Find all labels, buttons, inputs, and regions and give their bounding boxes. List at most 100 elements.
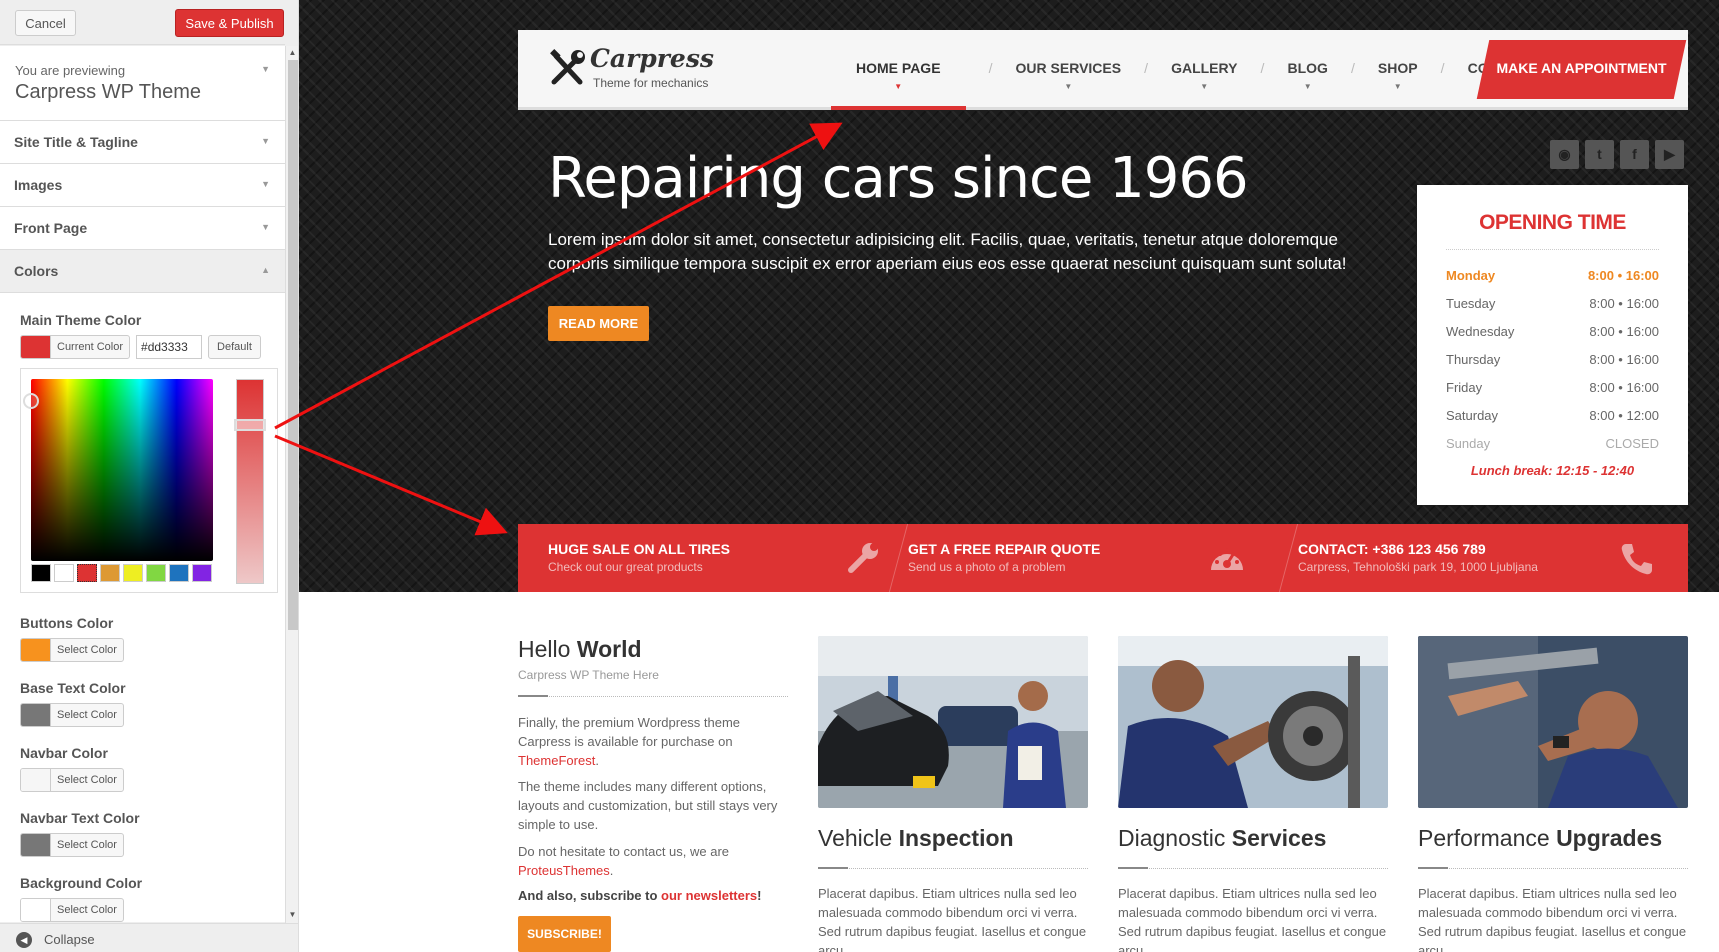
palette-swatch-purple[interactable] xyxy=(192,564,212,582)
hue-slider[interactable] xyxy=(236,379,264,584)
section-label: Colors xyxy=(14,263,59,279)
palette-swatch-red[interactable] xyxy=(77,564,97,582)
section-front-page[interactable]: Front Page ▼ xyxy=(0,207,285,250)
palette-swatch-black[interactable] xyxy=(31,564,51,582)
paragraph-text: And also, subscribe to xyxy=(518,888,658,903)
nav-home-page[interactable]: HOME PAGE ▼ xyxy=(831,30,966,110)
nav-our-services[interactable]: OUR SERVICES ▼ xyxy=(1016,30,1122,110)
select-color-label: Select Color xyxy=(57,709,117,721)
promo-title: HUGE SALE ON ALL TIRES xyxy=(548,541,731,557)
save-publish-button[interactable]: Save & Publish xyxy=(175,9,284,37)
title-bold: Services xyxy=(1231,825,1327,851)
site-preview: Carpress Theme for mechanics HOME PAGE ▼… xyxy=(299,0,1719,952)
hero-text: Lorem ipsum dolor sit amet, consectetur … xyxy=(548,230,1347,273)
site-logo-tagline: Theme for mechanics xyxy=(593,76,709,90)
section-images[interactable]: Images ▼ xyxy=(0,164,285,207)
navbar-text-color-control: Navbar Text Color Select Color xyxy=(20,810,285,857)
nav-separator: / xyxy=(1144,60,1149,76)
themeforest-link[interactable]: ThemeForest xyxy=(518,753,595,768)
rss-icon[interactable]: ◉ xyxy=(1550,140,1579,169)
cancel-button[interactable]: Cancel xyxy=(15,10,76,36)
make-appointment-button[interactable] xyxy=(1476,40,1687,99)
divider xyxy=(1418,868,1688,869)
palette-swatch-green[interactable] xyxy=(146,564,166,582)
collapse-bar[interactable]: ◀ Collapse xyxy=(0,923,298,952)
promo-contact[interactable]: CONTACT: +386 123 456 789 Carpress, Tehn… xyxy=(1298,524,1688,592)
nav-gallery[interactable]: GALLERY ▼ xyxy=(1171,30,1237,110)
promo-quote[interactable]: GET A FREE REPAIR QUOTE Send us a photo … xyxy=(908,524,1298,592)
saturation-handle[interactable] xyxy=(23,393,39,409)
main-color-hex-input[interactable] xyxy=(136,335,203,359)
card-text: Placerat dapibus. Etiam ultrices nulla s… xyxy=(818,886,1087,952)
scroll-down-icon[interactable]: ▼ xyxy=(286,908,298,921)
scrollbar-thumb[interactable] xyxy=(288,60,298,630)
title-light: Performance xyxy=(1418,825,1550,851)
background-color-select-button[interactable]: Select Color xyxy=(20,898,124,922)
palette-swatch-orange[interactable] xyxy=(100,564,120,582)
hours-row: Saturday 8:00 • 12:00 xyxy=(1446,408,1659,423)
paragraph-text: Do not hesitate to contact us, we are xyxy=(518,844,730,859)
contact-paragraph: Do not hesitate to contact us, we are Pr… xyxy=(518,842,788,880)
social-icons: ◉ t f ▶ xyxy=(1550,140,1684,169)
mechanic-with-car-image[interactable] xyxy=(818,636,1088,808)
collapse-label: Collapse xyxy=(44,932,95,947)
main-menu: HOME PAGE ▼ / OUR SERVICES ▼ / GALLERY ▼… xyxy=(831,30,1558,110)
site-logo-name[interactable]: Carpress xyxy=(590,44,714,73)
promo-subtitle: Send us a photo of a problem xyxy=(908,560,1066,574)
hours-value: 8:00 • 12:00 xyxy=(1589,408,1659,423)
chevron-down-icon: ▼ xyxy=(261,179,270,189)
nav-shop[interactable]: SHOP ▼ xyxy=(1378,30,1418,110)
palette-swatch-blue[interactable] xyxy=(169,564,189,582)
title-light: Vehicle xyxy=(818,825,893,851)
section-site-title[interactable]: Site Title & Tagline ▼ xyxy=(0,121,285,164)
select-color-label: Select Color xyxy=(57,644,117,656)
navbar-color-select-button[interactable]: Select Color xyxy=(20,768,124,792)
sidebar-scrollbar[interactable]: ▲ ▼ xyxy=(285,46,298,923)
promo-subtitle: Check out our great products xyxy=(548,560,703,574)
promo-tires[interactable]: HUGE SALE ON ALL TIRES Check out our gre… xyxy=(518,524,908,592)
hours-row: Monday 8:00 • 16:00 xyxy=(1446,268,1659,283)
main-theme-color-label: Main Theme Color xyxy=(20,312,142,328)
background-color-control: Background Color Select Color xyxy=(20,875,285,922)
nav-blog[interactable]: BLOG ▼ xyxy=(1287,30,1327,110)
saturation-square[interactable] xyxy=(31,379,213,561)
buttons-color-select-button[interactable]: Select Color xyxy=(20,638,124,662)
customizer-header: Cancel Save & Publish xyxy=(0,0,285,45)
newsletters-link[interactable]: our newsletters xyxy=(661,888,757,903)
service-card-diagnostic: Diagnostic Services Placerat dapibus. Et… xyxy=(1118,636,1388,952)
nav-label: HOME PAGE xyxy=(856,60,941,76)
mechanic-wrench-image[interactable] xyxy=(1418,636,1688,808)
divider-accent xyxy=(818,867,848,869)
chevron-up-icon: ▲ xyxy=(261,265,270,275)
main-color-current-button[interactable]: Current Color xyxy=(20,335,131,359)
mechanic-brake-image[interactable] xyxy=(1118,636,1388,808)
read-more-button[interactable]: READ MORE xyxy=(548,306,649,341)
navbar-text-color-select-button[interactable]: Select Color xyxy=(20,833,124,857)
subscribe-button[interactable]: SUBSCRIBE! xyxy=(518,916,611,952)
card-text: Placerat dapibus. Etiam ultrices nulla s… xyxy=(1418,886,1687,952)
divider-accent xyxy=(1118,867,1148,869)
youtube-icon[interactable]: ▶ xyxy=(1655,140,1684,169)
proteusthemes-link[interactable]: ProteusThemes xyxy=(518,863,610,878)
base-text-color-select-button[interactable]: Select Color xyxy=(20,703,124,727)
chevron-down-icon: ▼ xyxy=(261,222,270,232)
palette-swatch-yellow[interactable] xyxy=(123,564,143,582)
theme-preview-info[interactable]: You are previewing Carpress WP Theme ▼ xyxy=(0,46,285,121)
hours-day: Thursday xyxy=(1446,352,1501,367)
hours-value: 8:00 • 16:00 xyxy=(1589,352,1659,367)
twitter-icon[interactable]: t xyxy=(1585,140,1614,169)
hours-value: 8:00 • 16:00 xyxy=(1589,324,1659,339)
facebook-icon[interactable]: f xyxy=(1620,140,1649,169)
hours-day: Sunday xyxy=(1446,436,1491,451)
section-colors[interactable]: Colors ▲ xyxy=(0,250,285,293)
paragraph-text: Finally, the premium Wordpress theme Car… xyxy=(518,715,741,749)
wrench-icon xyxy=(848,543,878,573)
opening-time-widget: OPENING TIME Monday 8:00 • 16:00 Tuesday 8… xyxy=(1417,185,1688,505)
main-color-default-button[interactable]: Default xyxy=(208,335,261,359)
palette-swatch-white[interactable] xyxy=(54,564,74,582)
hue-slider-handle[interactable] xyxy=(234,419,266,431)
heading-light: Hello xyxy=(518,636,571,662)
scroll-up-icon[interactable]: ▲ xyxy=(286,46,298,59)
nav-separator: / xyxy=(1260,60,1265,76)
hours-day: Monday xyxy=(1446,268,1496,283)
